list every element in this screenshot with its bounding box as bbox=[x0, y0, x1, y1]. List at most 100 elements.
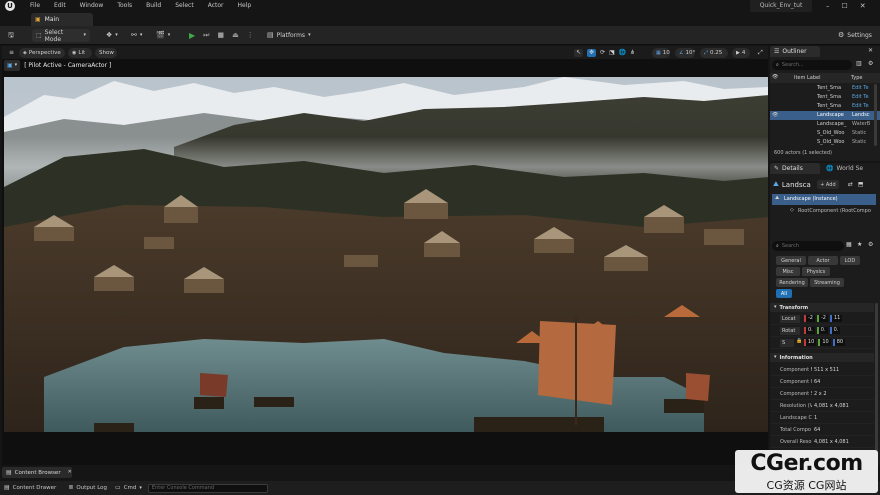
filter-misc[interactable]: Misc bbox=[776, 267, 800, 276]
menu-file[interactable]: File bbox=[30, 0, 40, 12]
content-shortcuts-button[interactable]: ❖ ▾ bbox=[102, 29, 122, 42]
scale-snap-button[interactable]: ⤢ 0.25 bbox=[700, 48, 728, 58]
filter-streaming[interactable]: Streaming bbox=[810, 278, 844, 287]
settings-icon[interactable]: ⚙ bbox=[868, 242, 873, 248]
save-button[interactable]: 🖫 bbox=[4, 29, 18, 42]
cinematics-button[interactable]: 🎬 ▾ bbox=[152, 29, 172, 42]
cmd-dropdown[interactable]: ▭ Cmd ▾ bbox=[115, 485, 142, 492]
transform-section-header[interactable]: ▾ Transform bbox=[770, 303, 874, 312]
console-command-input[interactable]: Enter Console Command bbox=[147, 483, 268, 493]
filter-lod[interactable]: LOD bbox=[840, 256, 860, 265]
scale-dropdown[interactable]: S bbox=[780, 339, 794, 347]
tab-main[interactable]: ▣ Main bbox=[31, 13, 93, 26]
outliner-row[interactable]: Landscape_ WaterB bbox=[770, 120, 880, 129]
show-button[interactable]: Show bbox=[95, 48, 117, 58]
maximize-icon[interactable]: ☐ bbox=[842, 0, 848, 12]
details-scrollbar[interactable] bbox=[875, 303, 878, 453]
filter-rendering[interactable]: Rendering bbox=[776, 278, 808, 287]
location-z[interactable]: 11 bbox=[830, 315, 843, 322]
eject-icon[interactable]: ⏏ bbox=[232, 32, 239, 39]
select-tool-icon[interactable]: ↖ bbox=[574, 49, 584, 57]
perspective-button[interactable]: ◈ Perspective bbox=[19, 48, 65, 58]
filter-actor[interactable]: Actor bbox=[808, 256, 838, 265]
lock-icon[interactable]: 🔒 bbox=[796, 339, 802, 344]
world-space-icon[interactable]: 🌐 bbox=[619, 50, 626, 56]
scale-x[interactable]: 10 bbox=[804, 339, 817, 346]
rotation-x[interactable]: 0. bbox=[804, 327, 815, 334]
outliner-row[interactable]: S_Old_Woo Static bbox=[770, 129, 880, 138]
item-label-column[interactable]: Item Label bbox=[794, 75, 820, 81]
move-tool-icon[interactable]: ✥ bbox=[587, 49, 597, 57]
menu-tools[interactable]: Tools bbox=[117, 0, 132, 12]
viewport-menu-button[interactable]: ≡ bbox=[5, 48, 17, 58]
outliner-row[interactable]: Tent_Sma Edit Te bbox=[770, 84, 880, 93]
details-search[interactable]: ⌕ Search bbox=[772, 241, 844, 251]
filter-icon[interactable]: ▥ bbox=[856, 61, 862, 67]
outliner-row-selected[interactable]: 👁 Landscape Landsc bbox=[770, 111, 880, 120]
select-mode-dropdown[interactable]: ⬚ Select Mode ▾ bbox=[32, 29, 90, 43]
type-column[interactable]: Type bbox=[851, 75, 862, 81]
rotation-dropdown[interactable]: Rotat bbox=[780, 327, 800, 335]
minimize-icon[interactable]: – bbox=[826, 0, 830, 12]
menu-edit[interactable]: Edit bbox=[54, 0, 66, 12]
location-y[interactable]: -2 bbox=[817, 315, 828, 322]
close-icon[interactable]: ✕ bbox=[68, 470, 72, 475]
filter-general[interactable]: General bbox=[776, 256, 806, 265]
eject-pilot-button[interactable]: ▣ ▾ bbox=[4, 60, 21, 71]
maximize-viewport-button[interactable]: ⤢ bbox=[754, 48, 766, 58]
outliner-search[interactable]: ⌕ Search... bbox=[772, 60, 852, 70]
menu-help[interactable]: Help bbox=[238, 0, 252, 12]
star-icon[interactable]: ★ bbox=[857, 242, 862, 248]
scale-z[interactable]: 80 bbox=[832, 339, 846, 346]
visibility-icon[interactable]: 👁 bbox=[772, 113, 778, 118]
grid-snap-button[interactable]: ▦ 10 bbox=[652, 48, 670, 58]
step-icon[interactable]: ⏭ bbox=[203, 32, 209, 39]
level-viewport[interactable]: ≡ ◈ Perspective ◉ Lit Show ↖ ✥ ⟳ ⬔ 🌐 ⋔ ▦… bbox=[2, 46, 768, 465]
close-icon[interactable]: ✕ bbox=[868, 48, 873, 54]
outliner-row[interactable]: S_Old_Woo Static bbox=[770, 138, 880, 147]
surface-snap-icon[interactable]: ⋔ bbox=[630, 50, 635, 56]
lit-button[interactable]: ◉ Lit bbox=[68, 48, 92, 58]
scale-y[interactable]: 10 bbox=[818, 339, 831, 346]
outliner-row[interactable]: Tent_Sma Edit Te bbox=[770, 93, 880, 102]
blueprints-button[interactable]: ⚯ ▾ bbox=[127, 29, 147, 42]
blueprint-icon[interactable]: ⇄ bbox=[848, 181, 853, 188]
stop-icon[interactable]: ■ bbox=[217, 32, 224, 39]
layout-icon[interactable]: ⬒ bbox=[858, 181, 864, 188]
outliner-scrollbar[interactable] bbox=[874, 84, 877, 146]
tab-content-browser[interactable]: ▤ Content Browser ✕ bbox=[2, 467, 72, 478]
platforms-dropdown[interactable]: ▤ Platforms ▾ bbox=[263, 29, 311, 42]
settings-button[interactable]: ⚙ Settings bbox=[834, 29, 878, 42]
rotation-snap-button[interactable]: ∠ 10° bbox=[675, 48, 695, 58]
tab-outliner[interactable]: ☰ Outliner bbox=[770, 46, 820, 57]
more-options-icon[interactable]: ⋮ bbox=[247, 32, 254, 39]
tab-world-settings[interactable]: 🌐 World Se bbox=[822, 163, 872, 174]
play-icon[interactable]: ▶ bbox=[189, 31, 195, 40]
rotation-y[interactable]: 0. bbox=[816, 327, 828, 334]
visibility-icon[interactable]: 👁 bbox=[772, 75, 778, 80]
location-dropdown[interactable]: Locat bbox=[780, 315, 800, 323]
rotation-z[interactable]: 0. bbox=[829, 327, 841, 334]
filter-physics[interactable]: Physics bbox=[802, 267, 830, 276]
filter-all[interactable]: All bbox=[776, 289, 792, 298]
menu-actor[interactable]: Actor bbox=[208, 0, 224, 12]
table-view-icon[interactable]: ▦ bbox=[846, 242, 852, 248]
root-component-row[interactable]: RootComponent (RootCompo bbox=[772, 206, 876, 217]
menu-build[interactable]: Build bbox=[146, 0, 161, 12]
menu-select[interactable]: Select bbox=[175, 0, 194, 12]
unreal-logo-icon[interactable]: U bbox=[5, 1, 15, 11]
output-log-button[interactable]: ≣ Output Log bbox=[68, 485, 107, 492]
close-icon[interactable]: ✕ bbox=[860, 0, 866, 12]
component-instance-row[interactable]: Landscape (Instance) bbox=[772, 194, 876, 205]
content-drawer-button[interactable]: ▤ Content Drawer bbox=[4, 485, 56, 492]
scale-tool-icon[interactable]: ⬔ bbox=[609, 50, 615, 56]
rotate-tool-icon[interactable]: ⟳ bbox=[600, 50, 605, 56]
menu-window[interactable]: Window bbox=[80, 0, 104, 12]
camera-speed-button[interactable]: ▶ 4 bbox=[732, 48, 750, 58]
information-section-header[interactable]: ▾ Information bbox=[770, 353, 874, 362]
outliner-row[interactable]: Tent_Sma Edit Te bbox=[770, 102, 880, 111]
tab-details[interactable]: ✎ Details bbox=[770, 163, 820, 174]
settings-icon[interactable]: ⚙ bbox=[868, 61, 873, 67]
location-x[interactable]: -2 bbox=[804, 315, 815, 322]
add-component-button[interactable]: + Add bbox=[816, 180, 839, 189]
